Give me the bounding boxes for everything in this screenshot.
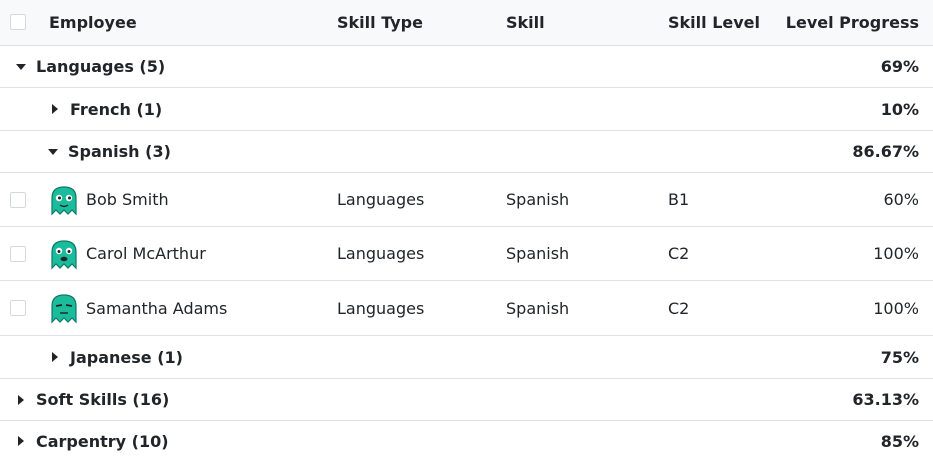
row-checkbox[interactable] xyxy=(10,300,26,316)
group-row-soft-skills[interactable]: Soft Skills (16) 63.13% xyxy=(0,379,933,421)
progress-cell: 100% xyxy=(873,298,919,318)
group-label: Spanish (3) xyxy=(68,142,171,161)
group-progress: 63.13% xyxy=(852,390,919,409)
skill-level-cell: C2 xyxy=(668,244,690,263)
group-row-carpentry[interactable]: Carpentry (10) 85% xyxy=(0,421,933,461)
group-row-spanish[interactable]: Spanish (3) 86.67% xyxy=(0,131,933,173)
caret-right-icon xyxy=(52,352,58,362)
group-label: Carpentry (10) xyxy=(36,431,169,451)
column-skill[interactable]: Skill xyxy=(506,0,545,45)
employee-name: Bob Smith xyxy=(86,190,169,209)
group-label: Japanese (1) xyxy=(70,347,183,367)
skill-cell: Spanish xyxy=(506,190,570,209)
skill-level-cell: C2 xyxy=(668,298,690,318)
column-employee[interactable]: Employee xyxy=(49,0,137,45)
group-row-french[interactable]: French (1) 10% xyxy=(0,88,933,131)
skill-level-cell: B1 xyxy=(668,190,690,209)
progress-cell: 100% xyxy=(873,244,919,263)
group-progress: 85% xyxy=(880,431,919,451)
caret-right-icon xyxy=(52,104,58,114)
skill-cell: Spanish xyxy=(506,244,570,263)
table-row[interactable]: Bob Smith Languages Spanish B1 60% xyxy=(0,173,933,227)
group-label: Soft Skills (16) xyxy=(36,390,170,409)
skill-type-cell: Languages xyxy=(337,244,425,263)
table-row[interactable]: Samantha Adams Languages Spanish C2 100% xyxy=(0,281,933,336)
caret-down-icon xyxy=(48,148,58,155)
group-label: French (1) xyxy=(70,99,163,119)
caret-down-icon xyxy=(16,63,26,70)
caret-right-icon xyxy=(18,436,24,446)
group-row-languages[interactable]: Languages (5) 69% xyxy=(0,46,933,88)
caret-right-icon xyxy=(18,394,24,405)
group-progress: 86.67% xyxy=(852,142,919,161)
skill-type-cell: Languages xyxy=(337,190,425,209)
employee-name: Samantha Adams xyxy=(86,298,228,318)
progress-cell: 60% xyxy=(883,190,919,209)
ghost-avatar-icon xyxy=(51,185,77,215)
row-checkbox[interactable] xyxy=(10,192,26,208)
group-progress: 10% xyxy=(880,99,919,119)
group-progress: 75% xyxy=(880,347,919,367)
select-all-checkbox[interactable] xyxy=(10,14,26,30)
table-row[interactable]: Carol McArthur Languages Spanish C2 100% xyxy=(0,227,933,281)
employee-name: Carol McArthur xyxy=(86,244,206,263)
skill-cell: Spanish xyxy=(506,298,570,318)
ghost-avatar-icon xyxy=(51,294,77,324)
group-row-japanese[interactable]: Japanese (1) 75% xyxy=(0,336,933,379)
column-skill-type[interactable]: Skill Type xyxy=(337,0,423,45)
skills-list-view: Employee Skill Type Skill Skill Level Le… xyxy=(0,0,933,461)
table-header: Employee Skill Type Skill Skill Level Le… xyxy=(0,0,933,46)
group-label: Languages (5) xyxy=(36,57,166,76)
column-level-progress[interactable]: Level Progress xyxy=(786,0,919,45)
group-progress: 69% xyxy=(880,57,919,76)
skill-type-cell: Languages xyxy=(337,298,425,318)
ghost-avatar-icon xyxy=(51,239,77,269)
row-checkbox[interactable] xyxy=(10,246,26,262)
column-skill-level[interactable]: Skill Level xyxy=(668,0,760,45)
